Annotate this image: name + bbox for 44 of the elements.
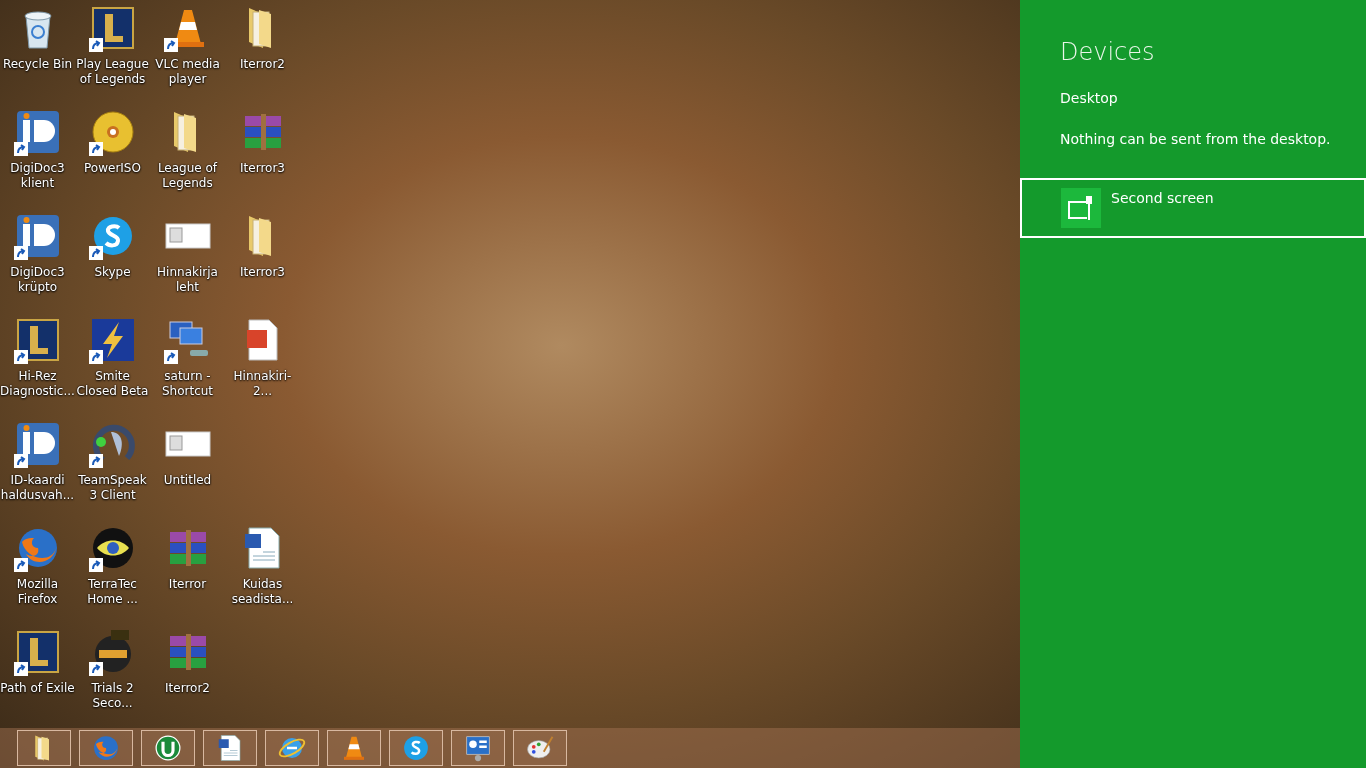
- desktop-shortcut[interactable]: VLC media player: [150, 0, 225, 104]
- device-item[interactable]: Second screen: [1020, 178, 1366, 238]
- desktop-shortcut[interactable]: TerraTec Home ...: [75, 520, 150, 624]
- taskbar-button[interactable]: [265, 730, 319, 766]
- taskbar-button[interactable]: [17, 730, 71, 766]
- torrent-icon: [153, 733, 183, 763]
- second-screen-icon: [1061, 188, 1101, 228]
- browser-icon: [91, 733, 121, 763]
- desktop-shortcut[interactable]: saturn - Shortcut: [150, 312, 225, 416]
- taskbar-button[interactable]: [389, 730, 443, 766]
- desktop-shortcut[interactable]: ID-kaardi haldusvah...: [0, 416, 75, 520]
- desktop-shortcut[interactable]: Iterror2: [225, 0, 300, 104]
- desktop-shortcut[interactable]: Play League of Legends: [75, 0, 150, 104]
- chat-bubble-icon: [401, 733, 431, 763]
- desktop-shortcut[interactable]: Recycle Bin: [0, 0, 75, 104]
- desktop-shortcut[interactable]: Iterror: [150, 520, 225, 624]
- taskbar-button[interactable]: [203, 730, 257, 766]
- taskbar-button[interactable]: [79, 730, 133, 766]
- desktop-shortcut[interactable]: Iterror2: [150, 624, 225, 728]
- panel-message: Nothing can be sent from the desktop.: [1060, 130, 1332, 149]
- desktop-shortcut[interactable]: DigiDoc3 klient: [0, 104, 75, 208]
- desktop-shortcut[interactable]: Hinnakirja leht: [150, 208, 225, 312]
- taskbar-button[interactable]: [513, 730, 567, 766]
- desktop-shortcut[interactable]: Smite Closed Beta: [75, 312, 150, 416]
- taskbar-button[interactable]: [141, 730, 195, 766]
- panel-title: Devices: [1060, 37, 1156, 68]
- desktop-shortcut[interactable]: Kuidas seadista...: [225, 520, 300, 624]
- taskbar-button[interactable]: [327, 730, 381, 766]
- desktop-shortcut[interactable]: TeamSpeak 3 Client: [75, 416, 150, 520]
- desktop-shortcut[interactable]: Skype: [75, 208, 150, 312]
- desktop-shortcut[interactable]: DigiDoc3 krüpto: [0, 208, 75, 312]
- desktop-shortcut[interactable]: Mozilla Firefox: [0, 520, 75, 624]
- desktop-shortcut[interactable]: League of Legends: [150, 104, 225, 208]
- desktop-shortcut[interactable]: Iterror3: [225, 104, 300, 208]
- control-panel-icon: [463, 733, 493, 763]
- desktop-shortcut[interactable]: PowerISO: [75, 104, 150, 208]
- section-label: Desktop: [1060, 89, 1119, 108]
- desktop-shortcut[interactable]: Untitled: [150, 416, 225, 520]
- desktop-shortcut[interactable]: Iterror3: [225, 208, 300, 312]
- taskbar-button[interactable]: [451, 730, 505, 766]
- desktop-shortcut[interactable]: Hinnakiri-2...: [225, 312, 300, 416]
- desktop-shortcut[interactable]: Hi-Rez Diagnostic...: [0, 312, 75, 416]
- desktop-shortcut[interactable]: Trials 2 Seco...: [75, 624, 150, 728]
- desktop-shortcut[interactable]: Path of Exile: [0, 624, 75, 728]
